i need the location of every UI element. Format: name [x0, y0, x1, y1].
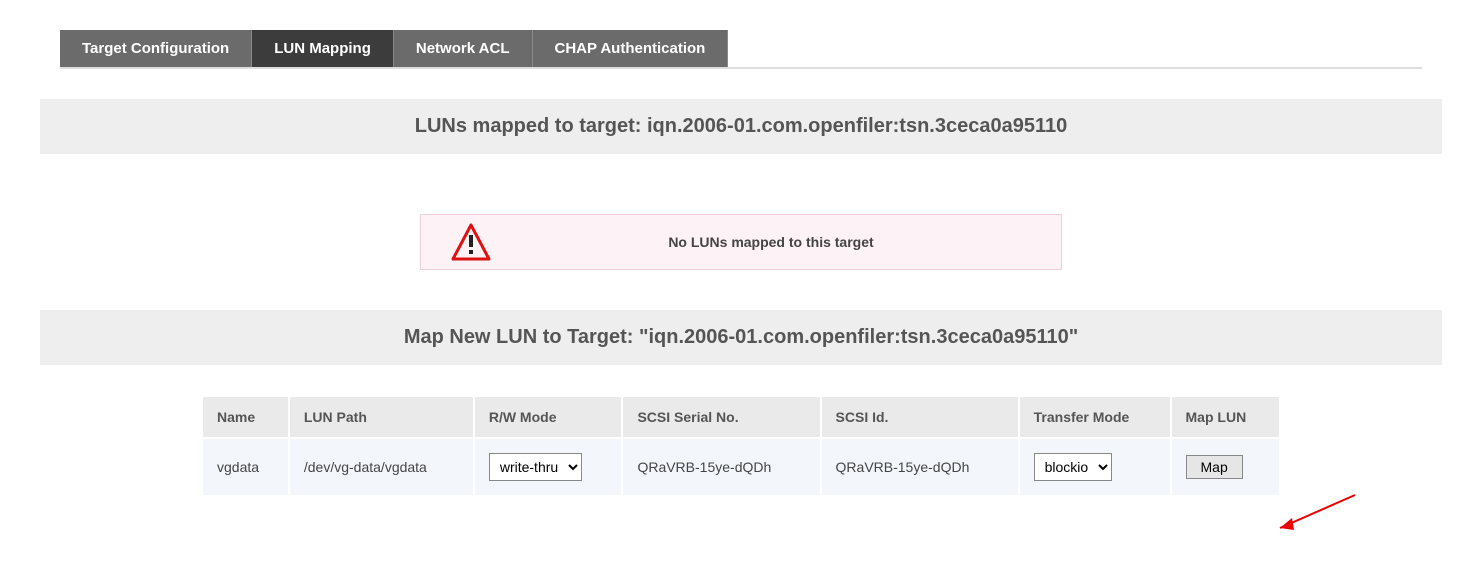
table-row: vgdata /dev/vg-data/vgdata write-thru QR… — [203, 439, 1279, 495]
col-scsi-id: SCSI Id. — [822, 397, 1018, 437]
rw-mode-select[interactable]: write-thru — [489, 453, 582, 481]
transfer-mode-select[interactable]: blockio — [1034, 453, 1112, 481]
cell-scsi-id: QRaVRB-15ye-dQDh — [822, 439, 1018, 495]
col-transfer-mode: Transfer Mode — [1020, 397, 1170, 437]
cell-name: vgdata — [203, 439, 288, 495]
cell-rw-mode: write-thru — [475, 439, 622, 495]
cell-scsi-serial: QRaVRB-15ye-dQDh — [623, 439, 819, 495]
no-luns-alert: No LUNs mapped to this target — [420, 214, 1062, 270]
cell-transfer-mode: blockio — [1020, 439, 1170, 495]
col-name: Name — [203, 397, 288, 437]
col-lun-path: LUN Path — [290, 397, 473, 437]
col-rw-mode: R/W Mode — [475, 397, 622, 437]
map-lun-table: Name LUN Path R/W Mode SCSI Serial No. S… — [201, 395, 1281, 497]
tab-target-configuration[interactable]: Target Configuration — [60, 30, 252, 67]
tab-chap-authentication[interactable]: CHAP Authentication — [533, 30, 729, 67]
mapped-luns-title: LUNs mapped to target: iqn.2006-01.com.o… — [40, 99, 1442, 154]
tab-network-acl[interactable]: Network ACL — [394, 30, 533, 67]
col-scsi-serial: SCSI Serial No. — [623, 397, 819, 437]
map-button[interactable]: Map — [1186, 455, 1243, 479]
annotation-arrow-icon — [1270, 490, 1360, 540]
tab-lun-mapping[interactable]: LUN Mapping — [252, 30, 394, 67]
col-map-lun: Map LUN — [1172, 397, 1279, 437]
cell-map-lun: Map — [1172, 439, 1279, 495]
warning-icon — [441, 223, 501, 261]
cell-lun-path: /dev/vg-data/vgdata — [290, 439, 473, 495]
tab-bar: Target Configuration LUN Mapping Network… — [60, 30, 1422, 69]
map-new-lun-title: Map New LUN to Target: "iqn.2006-01.com.… — [40, 310, 1442, 365]
no-luns-message: No LUNs mapped to this target — [501, 234, 1041, 250]
